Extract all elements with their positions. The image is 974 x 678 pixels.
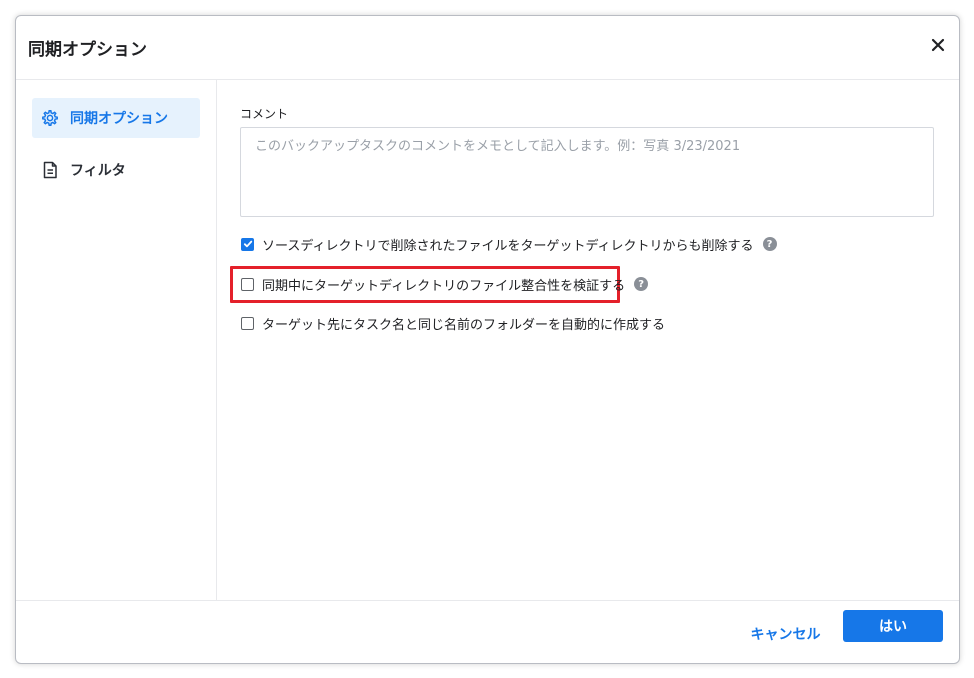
create-task-folder-checkbox[interactable] [241, 316, 254, 330]
option-create-task-folder[interactable]: ターゲット先にタスク名と同じ名前のフォルダーを自動的に作成する [241, 313, 665, 333]
document-icon [40, 160, 60, 180]
sidebar-item-label: 同期オプション [70, 111, 168, 127]
dialog-titlebar: 同期オプション [16, 16, 959, 80]
ok-button[interactable]: はい [843, 610, 943, 642]
option-label: 同期中にターゲットディレクトリのファイル整合性を検証する [262, 278, 626, 294]
help-icon[interactable]: ? [762, 237, 777, 251]
comment-label: コメント [240, 107, 289, 121]
option-label: ターゲット先にタスク名と同じ名前のフォルダーを自動的に作成する [262, 317, 666, 333]
comment-input[interactable] [240, 127, 934, 217]
option-delete-in-target[interactable]: ソースディレクトリで削除されたファイルをターゲットディレクトリからも削除する ? [241, 234, 777, 254]
verify-integrity-checkbox[interactable] [241, 277, 254, 291]
help-icon[interactable]: ? [634, 277, 649, 291]
dialog-footer: キャンセル はい [16, 600, 959, 663]
sidebar: 同期オプション フィルタ [16, 80, 217, 600]
delete-in-target-checkbox[interactable] [241, 237, 254, 251]
sidebar-item-filter[interactable]: フィルタ [32, 150, 200, 190]
options-panel: コメント ソースディレクトリで削除されたファイルをターゲットディレクトリからも削… [217, 80, 959, 600]
option-verify-integrity[interactable]: 同期中にターゲットディレクトリのファイル整合性を検証する ? [241, 274, 649, 294]
sidebar-item-sync-options[interactable]: 同期オプション [32, 98, 200, 138]
close-icon[interactable] [929, 36, 947, 54]
gear-icon [40, 108, 60, 128]
dialog-title: 同期オプション [28, 40, 147, 60]
option-label: ソースディレクトリで削除されたファイルをターゲットディレクトリからも削除する [262, 238, 754, 254]
cancel-button[interactable]: キャンセル [738, 618, 833, 650]
sync-options-dialog: 同期オプション 同期オプション フィルタ コメント このバックアップタスクのコメ… [15, 15, 960, 664]
sidebar-item-label: フィルタ [70, 163, 126, 179]
